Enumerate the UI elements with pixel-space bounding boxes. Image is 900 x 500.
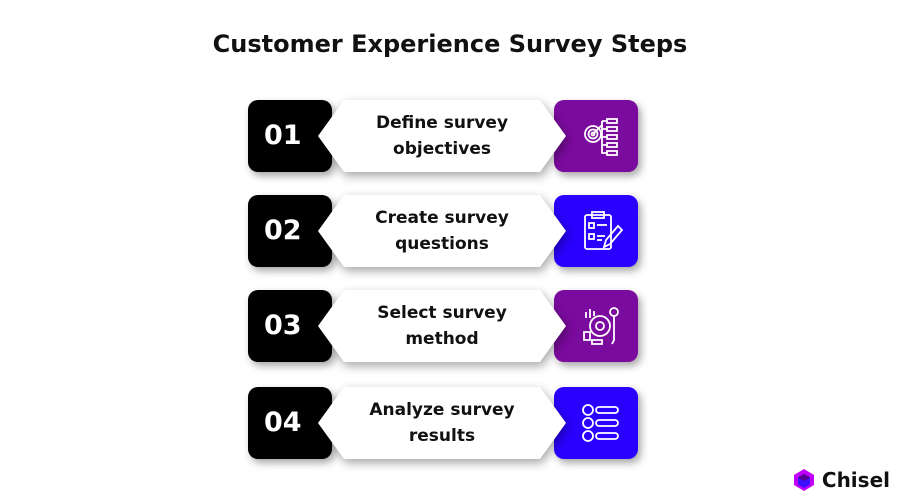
brand-name: Chisel: [821, 468, 890, 492]
step-row: 04 Analyze survey results: [248, 387, 638, 459]
step-label: Select survey method: [318, 290, 566, 362]
step-row: 03 Select survey method: [248, 290, 638, 362]
step-icon-box: [554, 290, 638, 362]
step-label: Analyze survey results: [318, 387, 566, 459]
clipboard-pencil-icon: [584, 211, 624, 250]
step-icon-box: [554, 387, 638, 459]
step-label-text: Select survey method: [377, 303, 507, 349]
step-label-text: Create survey questions: [375, 208, 509, 254]
step-label-text: Analyze survey results: [369, 400, 515, 446]
step-row: 01 Define survey objectives: [248, 100, 638, 172]
step-label: Define survey objectives: [318, 100, 566, 172]
user-rating-list-icon: [582, 404, 619, 442]
analytics-gear-icon: [583, 307, 619, 345]
step-row: 02 Create survey questions: [248, 195, 638, 267]
page-title: Customer Experience Survey Steps: [212, 30, 688, 58]
step-icon-box: [554, 195, 638, 267]
step-label: Create survey questions: [318, 195, 566, 267]
brand-logo: Chisel: [792, 468, 890, 492]
step-icon-box: [554, 100, 638, 172]
step-label-text: Define survey objectives: [375, 113, 509, 159]
chisel-logo-icon: [793, 469, 814, 491]
target-flowchart-icon: [584, 118, 618, 156]
